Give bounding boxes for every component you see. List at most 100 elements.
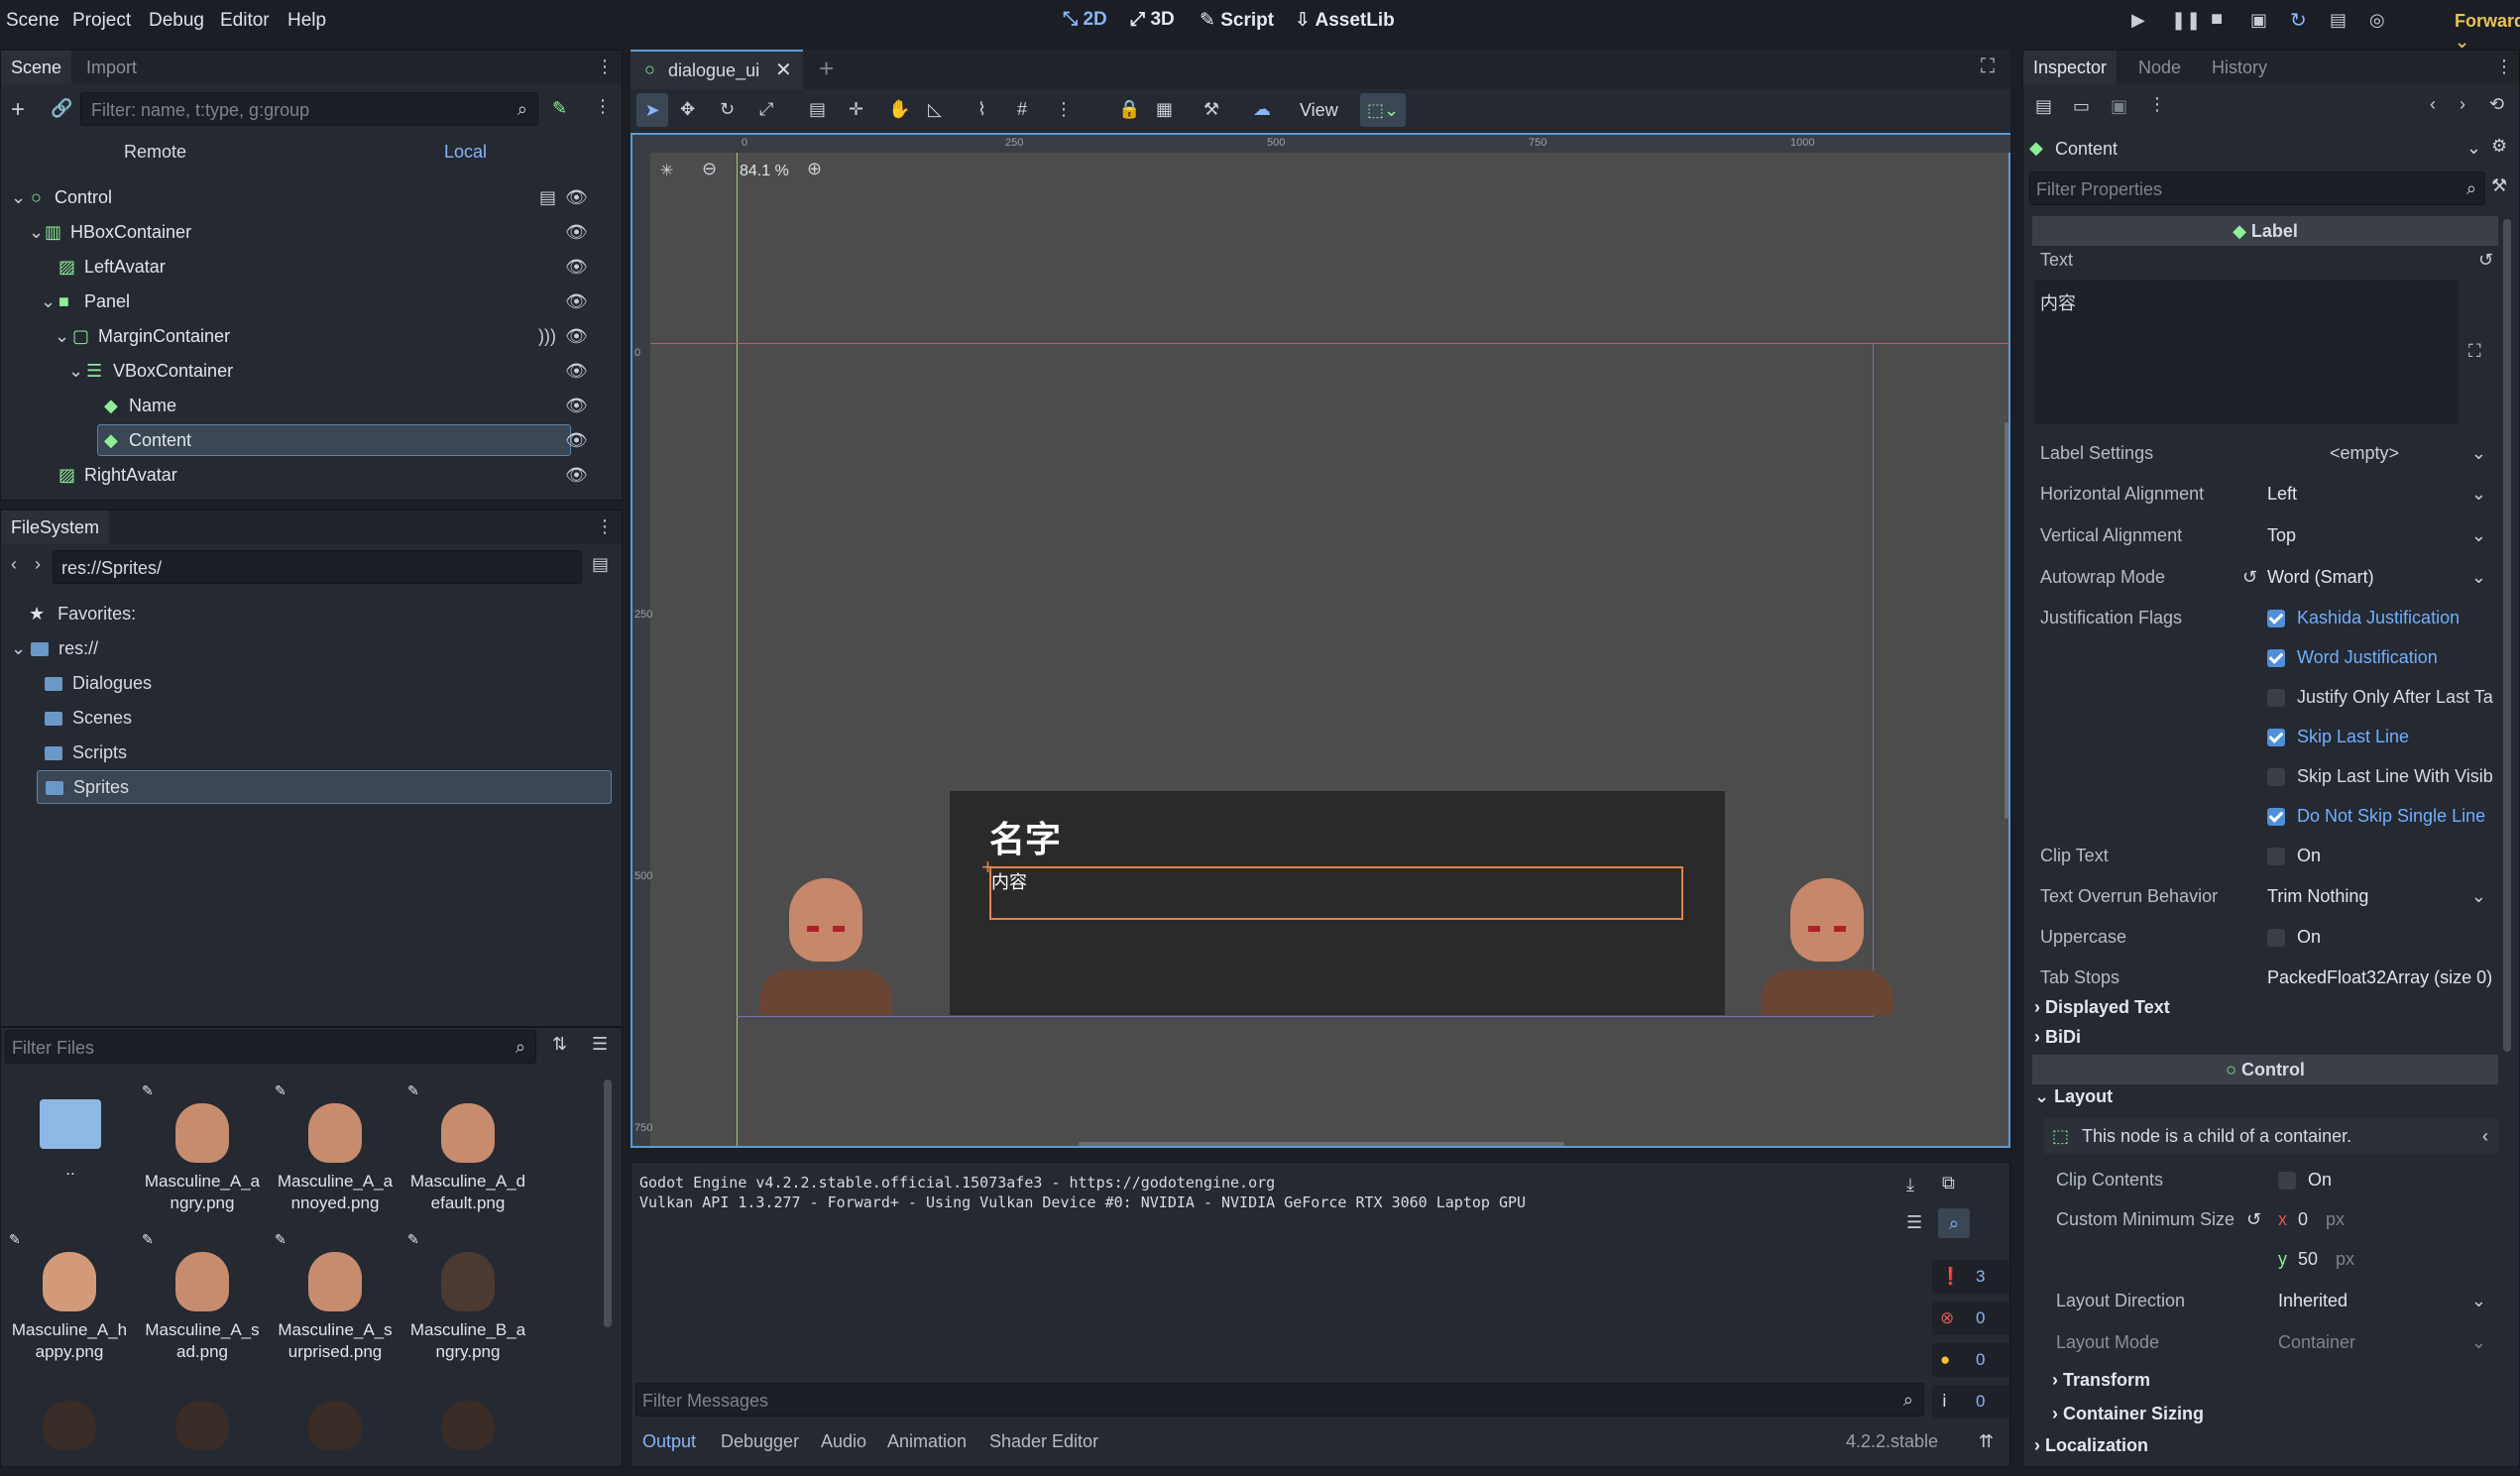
bottom-tab-audio[interactable]: Audio <box>821 1431 866 1452</box>
workspace-script[interactable]: ✎ Script <box>1200 9 1274 32</box>
tree-node-hboxcontainer[interactable]: ⌄ ▥ HBoxContainer 👁 <box>1 215 616 249</box>
filter-messages-input[interactable]: Filter Messages ⌕ <box>635 1383 1924 1417</box>
file-item[interactable]: ✎ Masculine_A_s urprised.png <box>271 1228 400 1363</box>
res-root-row[interactable]: ⌄ res:// <box>11 638 98 659</box>
tab-import[interactable]: Import <box>76 51 147 84</box>
new-resource-icon[interactable]: ▤ <box>2035 96 2052 117</box>
editor-filter[interactable]: ⅰ 0 <box>1932 1385 2009 1419</box>
checkbox[interactable] <box>2267 689 2285 708</box>
collapse-icon[interactable]: ⌄ <box>11 638 26 659</box>
tree-node-content[interactable]: ◆ Content 👁 <box>1 423 616 457</box>
flag-do-not-skip-single-line[interactable]: Do Not Skip Single Line <box>2267 796 2495 836</box>
group-container-sizing[interactable]: › Container Sizing <box>2052 1404 2204 1424</box>
move-tool-icon[interactable]: ✥ <box>680 99 695 120</box>
prop-clip-contents[interactable]: Clip Contents On <box>2048 1160 2498 1199</box>
checkbox[interactable] <box>2267 649 2285 668</box>
checkbox[interactable] <box>2267 808 2285 827</box>
open-resource-icon[interactable]: ▭ <box>2073 96 2090 117</box>
menu-scene[interactable]: Scene <box>6 10 59 32</box>
visibility-icon[interactable]: 👁 <box>565 389 588 422</box>
reload-icon[interactable]: ↻ <box>2290 8 2307 33</box>
collapse-icon[interactable]: ⌄ <box>68 354 83 388</box>
history-icon[interactable]: ⟲ <box>2489 94 2504 115</box>
local-button[interactable]: Local <box>444 142 487 163</box>
remote-button[interactable]: Remote <box>124 142 186 163</box>
collapse-icon[interactable]: ⌄ <box>41 284 56 318</box>
canvas-hscroll[interactable] <box>1079 1142 1564 1146</box>
object-selector[interactable]: ◆ Content ⌄ <box>2029 132 2485 166</box>
file-item[interactable]: ✎ Masculine_A_s ad.png <box>138 1228 267 1363</box>
revert-icon[interactable]: ↺ <box>2242 557 2257 597</box>
canvas-viewport[interactable]: 0 250 500 750 1000 0 250 500 750 ✳ ⊖ 84.… <box>630 133 2010 1148</box>
clear-log-icon[interactable]: ⤓ <box>1906 1175 1914 1195</box>
tab-node[interactable]: Node <box>2128 51 2191 84</box>
tree-node-vboxcontainer[interactable]: ⌄ ☰ VBoxContainer 👁 <box>1 354 616 388</box>
checkbox[interactable] <box>2267 929 2285 948</box>
group-bidi[interactable]: › BiDi <box>2034 1027 2081 1048</box>
file-item[interactable]: ✎ Masculine_A_d efault.png <box>403 1079 532 1214</box>
file-item[interactable]: ✎ Masculine_A_h appy.png <box>5 1228 134 1363</box>
text-property-editor[interactable]: 内容 <box>2034 280 2459 424</box>
split-mode-icon[interactable]: ▤ <box>592 554 609 575</box>
tree-node-name[interactable]: ◆ Name 👁 <box>1 389 616 422</box>
file-item[interactable]: ✎ Masculine_A_a nnoyed.png <box>271 1079 400 1214</box>
visibility-icon[interactable]: 👁 <box>565 284 588 318</box>
warning-filter[interactable]: ● 0 <box>1932 1343 2009 1377</box>
dialogue-panel[interactable]: 名字 内容 + <box>950 791 1725 1015</box>
tree-node-leftavatar[interactable]: ▨ LeftAvatar 👁 <box>1 250 616 284</box>
scene-options-icon[interactable]: ⋮ <box>594 96 612 117</box>
list-view-icon[interactable]: ☰ <box>592 1034 608 1055</box>
menu-debug[interactable]: Debug <box>149 10 204 32</box>
filesystem-scrollbar[interactable] <box>604 1079 612 1327</box>
revert-icon[interactable]: ↺ <box>2246 1199 2261 1239</box>
file-item[interactable]: .. <box>6 1095 135 1181</box>
back-icon[interactable]: ‹ <box>11 554 17 575</box>
pause-icon[interactable]: ❚❚ <box>2171 10 2201 31</box>
prop-label-settings[interactable]: Label Settings <empty> ⌄ <box>2032 433 2498 473</box>
visibility-icon[interactable]: 👁 <box>565 458 588 492</box>
group-localization[interactable]: › Localization <box>2034 1435 2148 1456</box>
visibility-icon[interactable]: 👁 <box>565 180 588 214</box>
bottom-tab-animation[interactable]: Animation <box>887 1431 967 1452</box>
renderer-selector[interactable]: Forward+ ⌄ <box>2455 11 2520 53</box>
flag-skip-last-line-visible[interactable]: Skip Last Line With Visib <box>2267 756 2495 796</box>
min-size-x[interactable]: 0 <box>2298 1199 2308 1239</box>
prop-text-overrun[interactable]: Text Overrun Behavior Trim Nothing ⌄ <box>2032 876 2498 916</box>
visibility-icon[interactable]: 👁 <box>565 250 588 284</box>
workspace-assetlib[interactable]: ⇩ AssetLib <box>1295 9 1395 32</box>
forward-icon[interactable]: › <box>35 554 41 575</box>
flag-skip-last-line[interactable]: Skip Last Line <box>2267 717 2495 756</box>
bottom-tab-output[interactable]: Output <box>642 1431 696 1452</box>
folder-sprites[interactable]: Sprites <box>37 770 612 804</box>
dock-menu-icon[interactable]: ⋮ <box>596 57 614 77</box>
tree-node-margincontainer[interactable]: ⌄ ▢ MarginContainer ))) 👁 <box>1 319 616 353</box>
error-filter[interactable]: ⊗ 0 <box>1932 1302 2009 1335</box>
path-input[interactable]: res://Sprites/ <box>53 550 582 584</box>
flag-justify-only-after-last-tab[interactable]: Justify Only After Last Ta <box>2267 677 2495 717</box>
scene-filter-input[interactable]: Filter: name, t:type, g:group ⌕ <box>80 92 538 126</box>
tree-node-rightavatar[interactable]: ▨ RightAvatar 👁 <box>1 458 616 492</box>
script-icon[interactable]: ▤ <box>539 180 556 214</box>
prop-custom-minimum-size[interactable]: Custom Minimum Size ↺ x 0 px <box>2048 1199 2498 1239</box>
group-transform[interactable]: › Transform <box>2052 1370 2150 1391</box>
distraction-free-icon[interactable]: ⛶ <box>1981 56 1995 78</box>
right-avatar[interactable] <box>1753 866 1901 1015</box>
prev-object-icon[interactable]: ‹ <box>2430 94 2436 115</box>
checkbox[interactable] <box>2267 729 2285 747</box>
group-displayed-text[interactable]: › Displayed Text <box>2034 997 2170 1018</box>
profiler-icon[interactable]: ◎ <box>2369 10 2385 31</box>
visibility-icon[interactable]: 👁 <box>565 423 588 457</box>
flag-word[interactable]: Word Justification <box>2267 637 2495 677</box>
favorites-row[interactable]: ★ Favorites: <box>29 604 136 624</box>
workspace-3d[interactable]: ⤢ 3D <box>1130 9 1175 31</box>
grid-snap-icon[interactable]: # <box>1017 99 1027 120</box>
output-log[interactable]: Godot Engine v4.2.2.stable.official.1507… <box>639 1173 1526 1212</box>
checkbox[interactable] <box>2267 768 2285 787</box>
tab-dialogue-ui[interactable]: ○ dialogue_ui ✕ <box>630 50 803 89</box>
inspector-scrollbar[interactable] <box>2503 219 2511 1052</box>
group-layout[interactable]: ⌄ Layout <box>2034 1086 2113 1107</box>
view-menu[interactable]: View <box>1300 100 1338 121</box>
resource-menu-icon[interactable]: ⋮ <box>2148 94 2166 115</box>
pin-panel-icon[interactable]: ⇈ <box>1979 1431 1994 1452</box>
list-select-icon[interactable]: ▤ <box>809 99 826 120</box>
